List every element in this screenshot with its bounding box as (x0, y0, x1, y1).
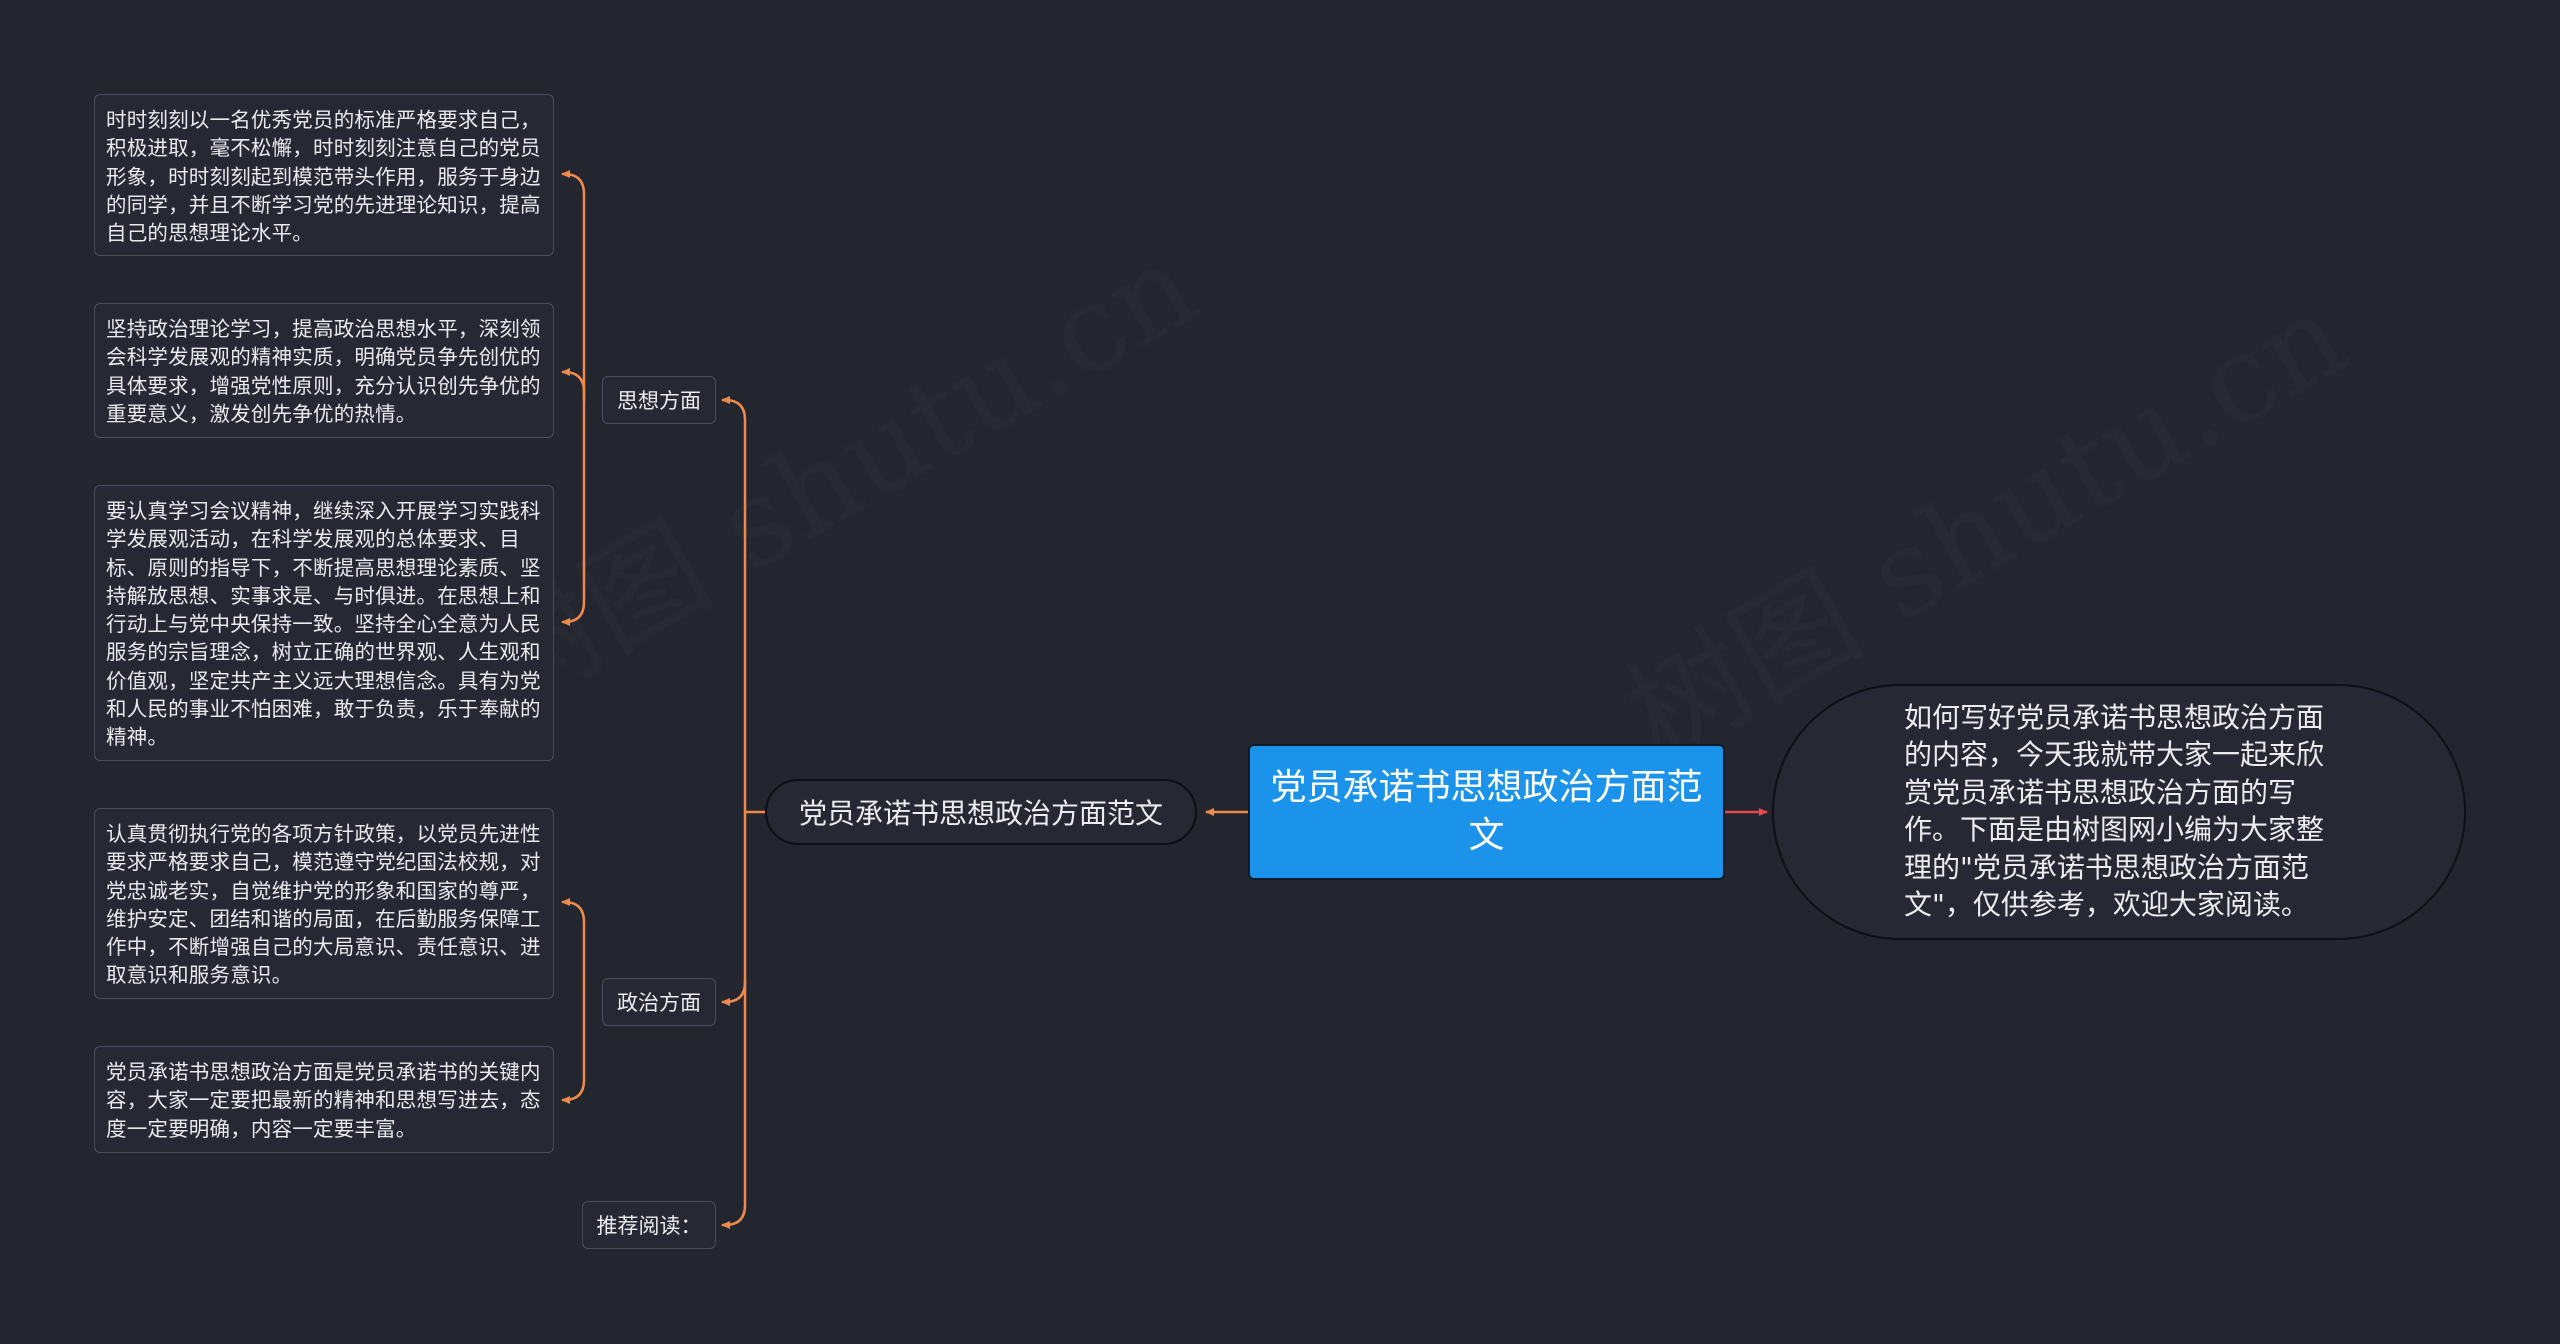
branch-topic-label: 党员承诺书思想政治方面范文 (798, 797, 1163, 830)
leaf-politics-2[interactable]: 党员承诺书思想政治方面是党员承诺书的关键内容，大家一定要把最新的精神和思想写进去… (94, 1046, 554, 1153)
root-topic-label: 党员承诺书思想政治方面范文 (1270, 767, 1703, 856)
section-politics[interactable]: 政治方面 (602, 978, 716, 1026)
connector-branch-politics (721, 812, 747, 1006)
leaf-thought-2-text: 坚持政治理论学习，提高政治思想水平，深刻领会科学发展观的精神实质，明确党员争先创… (106, 317, 541, 426)
root-topic[interactable]: 党员承诺书思想政治方面范文 (1248, 744, 1725, 880)
leaf-politics-1-text: 认真贯彻执行党的各项方针政策，以党员先进性要求严格要求自己，模范遵守党纪国法校规… (106, 822, 541, 988)
connector-thought-leaf3 (561, 400, 586, 626)
leaf-thought-3[interactable]: 要认真学习会议精神，继续深入开展学习实践科学发展观活动，在科学发展观的总体要求、… (94, 485, 554, 761)
leaf-thought-3-text: 要认真学习会议精神，继续深入开展学习实践科学发展观活动，在科学发展观的总体要求、… (106, 499, 541, 750)
summary-text: 如何写好党员承诺书思想政治方面的内容，今天我就带大家一起来欣赏党员承诺书思想政治… (1904, 700, 2325, 922)
connector-thought-leaf1 (561, 170, 586, 402)
mindmap-canvas: 树图 shutu.cn 树图 shutu.cn 党员承诺书思想政治方面范文 (0, 0, 2560, 1344)
section-recommend-label: 推荐阅读： (596, 1214, 702, 1238)
connector-politics-leaf1 (561, 898, 586, 1002)
leaf-thought-1-text: 时时刻刻以一名优秀党员的标准严格要求自己，积极进取，毫不松懈，时时刻刻注意自己的… (106, 108, 541, 246)
section-politics-label: 政治方面 (617, 991, 701, 1015)
section-recommend[interactable]: 推荐阅读： (582, 1201, 716, 1249)
connector-branch-trunk (721, 396, 765, 814)
leaf-politics-2-text: 党员承诺书思想政治方面是党员承诺书的关键内容，大家一定要把最新的精神和思想写进去… (106, 1060, 541, 1141)
summary-node[interactable]: 如何写好党员承诺书思想政治方面的内容，今天我就带大家一起来欣赏党员承诺书思想政治… (1772, 684, 2466, 940)
leaf-politics-1[interactable]: 认真贯彻执行党的各项方针政策，以党员先进性要求严格要求自己，模范遵守党纪国法校规… (94, 808, 554, 999)
branch-topic[interactable]: 党员承诺书思想政治方面范文 (765, 779, 1197, 845)
section-thought[interactable]: 思想方面 (602, 376, 716, 424)
section-thought-label: 思想方面 (617, 389, 701, 413)
connector-thought-leaf2 (561, 368, 586, 400)
connector-politics-leaf2 (561, 1002, 586, 1104)
leaf-thought-2[interactable]: 坚持政治理论学习，提高政治思想水平，深刻领会科学发展观的精神实质，明确党员争先创… (94, 303, 554, 438)
connector-branch-recommend (721, 980, 747, 1229)
leaf-thought-1[interactable]: 时时刻刻以一名优秀党员的标准严格要求自己，积极进取，毫不松懈，时时刻刻注意自己的… (94, 94, 554, 256)
